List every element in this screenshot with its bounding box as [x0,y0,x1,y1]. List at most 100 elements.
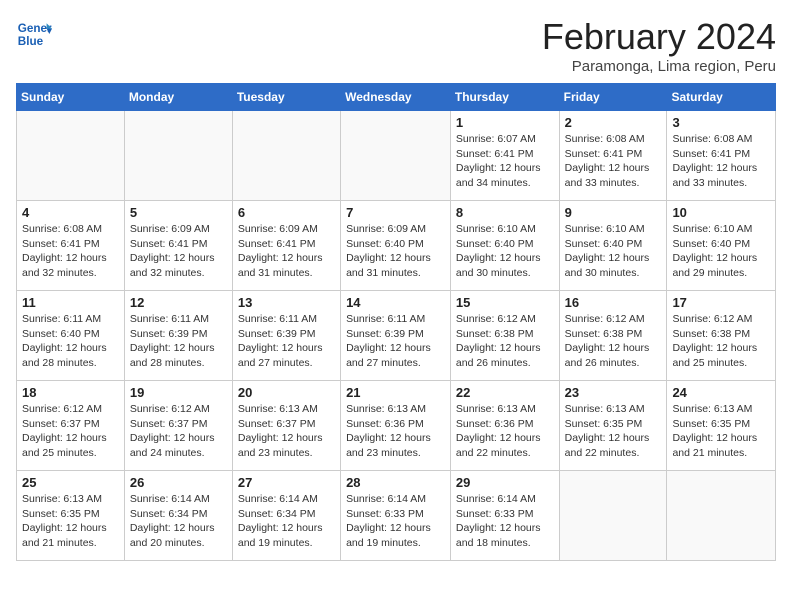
calendar-table: SundayMondayTuesdayWednesdayThursdayFrid… [16,83,776,561]
day-info: Sunrise: 6:12 AM Sunset: 6:38 PM Dayligh… [456,312,554,371]
calendar-header-row: SundayMondayTuesdayWednesdayThursdayFrid… [17,84,776,111]
day-number: 1 [456,115,554,130]
calendar-cell: 18 Sunrise: 6:12 AM Sunset: 6:37 PM Dayli… [17,381,125,471]
calendar-cell: 28 Sunrise: 6:14 AM Sunset: 6:33 PM Dayli… [341,471,451,561]
calendar-cell: 27 Sunrise: 6:14 AM Sunset: 6:34 PM Dayli… [232,471,340,561]
calendar-cell: 1 Sunrise: 6:07 AM Sunset: 6:41 PM Daylig… [450,111,559,201]
day-number: 22 [456,385,554,400]
month-title: February 2024 [542,16,776,58]
weekday-header-wednesday: Wednesday [341,84,451,111]
weekday-header-sunday: Sunday [17,84,125,111]
calendar-week-row: 4 Sunrise: 6:08 AM Sunset: 6:41 PM Daylig… [17,201,776,291]
calendar-cell [559,471,667,561]
day-number: 25 [22,475,119,490]
calendar-cell: 26 Sunrise: 6:14 AM Sunset: 6:34 PM Dayli… [124,471,232,561]
day-info: Sunrise: 6:12 AM Sunset: 6:37 PM Dayligh… [130,402,227,461]
day-info: Sunrise: 6:13 AM Sunset: 6:35 PM Dayligh… [672,402,770,461]
weekday-header-saturday: Saturday [667,84,776,111]
calendar-cell: 5 Sunrise: 6:09 AM Sunset: 6:41 PM Daylig… [124,201,232,291]
day-info: Sunrise: 6:09 AM Sunset: 6:41 PM Dayligh… [238,222,335,281]
weekday-header-tuesday: Tuesday [232,84,340,111]
calendar-cell: 19 Sunrise: 6:12 AM Sunset: 6:37 PM Dayli… [124,381,232,471]
day-info: Sunrise: 6:12 AM Sunset: 6:38 PM Dayligh… [672,312,770,371]
day-number: 17 [672,295,770,310]
weekday-header-monday: Monday [124,84,232,111]
day-number: 24 [672,385,770,400]
day-number: 10 [672,205,770,220]
day-info: Sunrise: 6:09 AM Sunset: 6:40 PM Dayligh… [346,222,445,281]
day-info: Sunrise: 6:08 AM Sunset: 6:41 PM Dayligh… [22,222,119,281]
day-number: 26 [130,475,227,490]
calendar-cell: 7 Sunrise: 6:09 AM Sunset: 6:40 PM Daylig… [341,201,451,291]
calendar-cell [341,111,451,201]
day-info: Sunrise: 6:07 AM Sunset: 6:41 PM Dayligh… [456,132,554,191]
calendar-cell: 10Sunrise: 6:10 AM Sunset: 6:40 PM Dayli… [667,201,776,291]
day-number: 9 [565,205,662,220]
day-info: Sunrise: 6:09 AM Sunset: 6:41 PM Dayligh… [130,222,227,281]
location-title: Paramonga, Lima region, Peru [542,58,776,75]
day-info: Sunrise: 6:14 AM Sunset: 6:33 PM Dayligh… [456,492,554,551]
day-info: Sunrise: 6:14 AM Sunset: 6:33 PM Dayligh… [346,492,445,551]
day-number: 28 [346,475,445,490]
calendar-cell: 3 Sunrise: 6:08 AM Sunset: 6:41 PM Daylig… [667,111,776,201]
calendar-cell: 8 Sunrise: 6:10 AM Sunset: 6:40 PM Daylig… [450,201,559,291]
day-number: 4 [22,205,119,220]
day-info: Sunrise: 6:14 AM Sunset: 6:34 PM Dayligh… [238,492,335,551]
calendar-cell: 24 Sunrise: 6:13 AM Sunset: 6:35 PM Dayli… [667,381,776,471]
day-number: 23 [565,385,662,400]
calendar-cell: 9 Sunrise: 6:10 AM Sunset: 6:40 PM Daylig… [559,201,667,291]
day-info: Sunrise: 6:10 AM Sunset: 6:40 PM Dayligh… [565,222,662,281]
day-info: Sunrise: 6:13 AM Sunset: 6:35 PM Dayligh… [565,402,662,461]
calendar-cell: 13 Sunrise: 6:11 AM Sunset: 6:39 PM Dayli… [232,291,340,381]
calendar-week-row: 11 Sunrise: 6:11 AM Sunset: 6:40 PM Dayli… [17,291,776,381]
calendar-cell: 25Sunrise: 6:13 AM Sunset: 6:35 PM Dayli… [17,471,125,561]
day-number: 3 [672,115,770,130]
calendar-cell: 15 Sunrise: 6:12 AM Sunset: 6:38 PM Dayli… [450,291,559,381]
day-info: Sunrise: 6:11 AM Sunset: 6:40 PM Dayligh… [22,312,119,371]
day-number: 20 [238,385,335,400]
day-info: Sunrise: 6:11 AM Sunset: 6:39 PM Dayligh… [238,312,335,371]
calendar-cell: 12 Sunrise: 6:11 AM Sunset: 6:39 PM Dayli… [124,291,232,381]
calendar-cell: 11 Sunrise: 6:11 AM Sunset: 6:40 PM Dayli… [17,291,125,381]
day-number: 13 [238,295,335,310]
day-number: 5 [130,205,227,220]
day-info: Sunrise: 6:08 AM Sunset: 6:41 PM Dayligh… [672,132,770,191]
calendar-cell [232,111,340,201]
calendar-cell: 16Sunrise: 6:12 AM Sunset: 6:38 PM Dayli… [559,291,667,381]
calendar-week-row: 18 Sunrise: 6:12 AM Sunset: 6:37 PM Dayli… [17,381,776,471]
day-number: 7 [346,205,445,220]
day-number: 12 [130,295,227,310]
day-number: 8 [456,205,554,220]
title-area: February 2024 Paramonga, Lima region, Pe… [542,16,776,75]
day-info: Sunrise: 6:12 AM Sunset: 6:37 PM Dayligh… [22,402,119,461]
calendar-cell [124,111,232,201]
day-info: Sunrise: 6:13 AM Sunset: 6:37 PM Dayligh… [238,402,335,461]
day-number: 18 [22,385,119,400]
day-number: 11 [22,295,119,310]
day-info: Sunrise: 6:10 AM Sunset: 6:40 PM Dayligh… [456,222,554,281]
day-number: 29 [456,475,554,490]
calendar-cell: 22 Sunrise: 6:13 AM Sunset: 6:36 PM Dayli… [450,381,559,471]
calendar-cell [17,111,125,201]
day-number: 27 [238,475,335,490]
day-info: Sunrise: 6:11 AM Sunset: 6:39 PM Dayligh… [346,312,445,371]
day-number: 15 [456,295,554,310]
calendar-cell: 20 Sunrise: 6:13 AM Sunset: 6:37 PM Dayli… [232,381,340,471]
day-info: Sunrise: 6:11 AM Sunset: 6:39 PM Dayligh… [130,312,227,371]
day-number: 14 [346,295,445,310]
day-info: Sunrise: 6:13 AM Sunset: 6:36 PM Dayligh… [346,402,445,461]
calendar-cell: 17 Sunrise: 6:12 AM Sunset: 6:38 PM Dayli… [667,291,776,381]
calendar-cell: 6 Sunrise: 6:09 AM Sunset: 6:41 PM Daylig… [232,201,340,291]
svg-text:Blue: Blue [18,35,44,48]
calendar-week-row: 1 Sunrise: 6:07 AM Sunset: 6:41 PM Daylig… [17,111,776,201]
day-info: Sunrise: 6:14 AM Sunset: 6:34 PM Dayligh… [130,492,227,551]
calendar-cell: 23 Sunrise: 6:13 AM Sunset: 6:35 PM Dayli… [559,381,667,471]
day-info: Sunrise: 6:13 AM Sunset: 6:36 PM Dayligh… [456,402,554,461]
calendar-cell: 29 Sunrise: 6:14 AM Sunset: 6:33 PM Dayli… [450,471,559,561]
day-number: 6 [238,205,335,220]
calendar-cell: 14 Sunrise: 6:11 AM Sunset: 6:39 PM Dayli… [341,291,451,381]
day-number: 19 [130,385,227,400]
weekday-header-friday: Friday [559,84,667,111]
calendar-cell: 2Sunrise: 6:08 AM Sunset: 6:41 PM Daylig… [559,111,667,201]
weekday-header-thursday: Thursday [450,84,559,111]
